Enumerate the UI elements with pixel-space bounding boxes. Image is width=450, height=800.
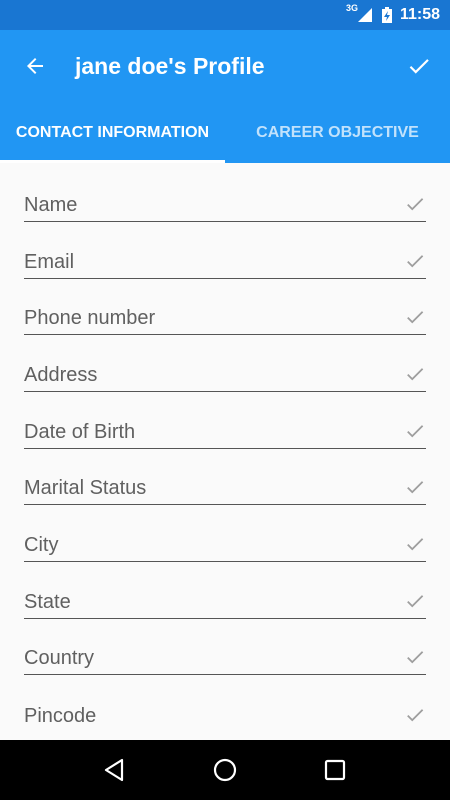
- date-of-birth-field[interactable]: Date of Birth: [24, 409, 426, 449]
- country-field[interactable]: Country: [24, 635, 426, 675]
- check-icon: [407, 255, 424, 268]
- check-icon: [407, 481, 424, 494]
- status-bar: 3G 11:58: [0, 0, 450, 30]
- page-title: jane doe's Profile: [75, 52, 265, 79]
- date-of-birth-placeholder: Date of Birth: [24, 421, 136, 443]
- address-placeholder: Address: [24, 364, 98, 386]
- city-placeholder: City: [24, 534, 59, 556]
- clock: 11:58: [399, 6, 440, 23]
- marital-status-placeholder: Marital Status: [24, 477, 147, 499]
- system-navigation-bar: [0, 740, 450, 800]
- state-placeholder: State: [24, 591, 71, 613]
- email-placeholder: Email: [24, 251, 75, 273]
- battery-charging-icon: [381, 7, 392, 23]
- check-icon: [407, 311, 424, 324]
- check-icon: [407, 425, 424, 438]
- check-icon: [407, 709, 424, 722]
- signal-icon: [357, 8, 372, 22]
- state-field[interactable]: State: [24, 579, 426, 619]
- tab-bar: CONTACT INFORMATION CAREER OBJECTIVE: [0, 102, 450, 163]
- app-bar: jane doe's Profile: [0, 30, 450, 102]
- check-icon: [407, 368, 424, 381]
- contact-form: Name Email Phone number Address Date of …: [0, 163, 450, 740]
- check-icon[interactable]: [406, 53, 432, 79]
- phone-field[interactable]: Phone number: [24, 295, 426, 335]
- name-field[interactable]: Name: [24, 182, 426, 222]
- check-icon: [407, 595, 424, 608]
- tab-contact-information[interactable]: CONTACT INFORMATION: [0, 102, 225, 163]
- home-circle-icon[interactable]: [212, 757, 238, 783]
- arrow-back-icon[interactable]: [23, 54, 47, 78]
- recents-square-icon[interactable]: [322, 757, 348, 783]
- address-field[interactable]: Address: [24, 352, 426, 392]
- network-type: 3G: [345, 3, 358, 13]
- phone-placeholder: Phone number: [24, 307, 156, 329]
- check-icon: [407, 538, 424, 551]
- tab-career-objective[interactable]: CAREER OBJECTIVE: [225, 102, 450, 163]
- back-triangle-icon[interactable]: [102, 757, 128, 783]
- pincode-field[interactable]: Pincode: [24, 692, 426, 732]
- name-placeholder: Name: [24, 194, 78, 216]
- check-icon: [407, 651, 424, 664]
- pincode-placeholder: Pincode: [24, 705, 97, 727]
- check-icon: [407, 198, 424, 211]
- email-field[interactable]: Email: [24, 239, 426, 279]
- marital-status-field[interactable]: Marital Status: [24, 465, 426, 505]
- city-field[interactable]: City: [24, 522, 426, 562]
- country-placeholder: Country: [24, 647, 95, 669]
